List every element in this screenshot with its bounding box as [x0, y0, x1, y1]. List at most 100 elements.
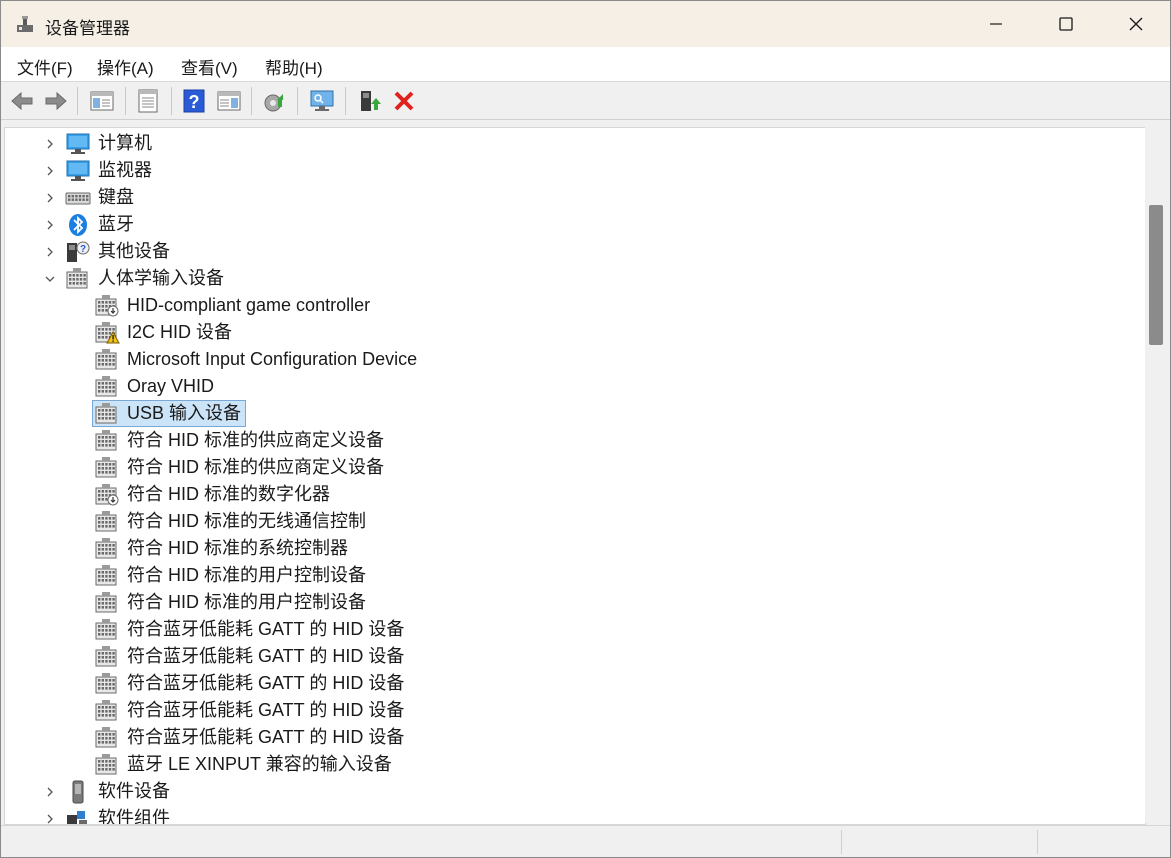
tree-device-label: USB 输入设备 [127, 403, 242, 423]
tree-device[interactable]: HID-compliant game controller [5, 292, 1105, 319]
back-icon[interactable] [9, 88, 35, 114]
tree-device[interactable]: 符合蓝牙低能耗 GATT 的 HID 设备 [5, 670, 1105, 697]
help-icon[interactable]: ? [181, 88, 207, 114]
computer-icon [66, 133, 90, 154]
tree-device[interactable]: 符合蓝牙低能耗 GATT 的 HID 设备 [5, 724, 1105, 751]
hid-icon [95, 538, 117, 559]
properties-icon[interactable] [135, 88, 161, 114]
tree-category[interactable]: 蓝牙 [5, 211, 1105, 238]
scrollbar-thumb[interactable] [1149, 205, 1163, 345]
tree-device-label: 符合 HID 标准的供应商定义设备 [127, 457, 384, 477]
tree-device-label: Oray VHID [127, 376, 215, 396]
forward-icon[interactable] [43, 88, 69, 114]
tree-category[interactable]: 监视器 [5, 157, 1105, 184]
update-driver-icon[interactable] [261, 88, 287, 114]
hid-icon [95, 430, 117, 451]
tree-device[interactable]: 符合 HID 标准的用户控制设备 [5, 562, 1105, 589]
tree-device-label: 符合 HID 标准的用户控制设备 [127, 592, 366, 612]
minimize-icon [990, 23, 1002, 25]
software-component-icon [67, 811, 87, 824]
hid-icon [95, 511, 117, 532]
toolbar-separator [297, 87, 298, 115]
hid-icon [95, 403, 117, 424]
chevron-right-icon[interactable] [43, 245, 57, 259]
tree-category[interactable]: ? 其他设备 [5, 238, 1105, 265]
menu-help[interactable]: 帮助(H) [265, 54, 323, 79]
tree-device-selected[interactable]: USB 输入设备 [5, 400, 1105, 427]
device-manager-app-icon [17, 16, 33, 32]
uninstall-device-icon[interactable] [391, 88, 417, 114]
tree-device[interactable]: 符合 HID 标准的用户控制设备 [5, 589, 1105, 616]
tree-category[interactable]: 软件设备 [5, 778, 1105, 805]
menu-file[interactable]: 文件(F) [17, 54, 73, 79]
menu-action[interactable]: 操作(A) [97, 54, 154, 79]
close-button[interactable] [1101, 1, 1170, 47]
vertical-scrollbar[interactable] [1145, 127, 1169, 823]
hid-icon [95, 565, 117, 586]
tree-category-label: 蓝牙 [98, 214, 134, 234]
tree-device-label: 符合 HID 标准的用户控制设备 [127, 565, 366, 585]
chevron-right-icon[interactable] [43, 164, 57, 178]
tree-category[interactable]: 键盘 [5, 184, 1105, 211]
svg-text:?: ? [189, 92, 200, 112]
toolbar-separator [345, 87, 346, 115]
tree-device-label: 符合蓝牙低能耗 GATT 的 HID 设备 [127, 619, 405, 639]
hid-icon [95, 646, 117, 667]
device-tree[interactable]: 计算机监视器键盘蓝牙 ? 其他设备人体学输入设备 HID-compliant game… [4, 127, 1146, 825]
game-controller-icon [95, 484, 119, 506]
tree-device[interactable]: 符合 HID 标准的供应商定义设备 [5, 454, 1105, 481]
chevron-right-icon[interactable] [43, 785, 57, 799]
action-pane-icon[interactable] [216, 88, 242, 114]
enable-device-icon[interactable] [357, 88, 383, 114]
tree-category[interactable]: 人体学输入设备 [5, 265, 1105, 292]
tree-device[interactable]: 符合蓝牙低能耗 GATT 的 HID 设备 [5, 697, 1105, 724]
chevron-right-icon[interactable] [43, 137, 57, 151]
toolbar-separator [251, 87, 252, 115]
tree-category[interactable]: 软件组件 [5, 805, 1105, 825]
scan-hardware-icon[interactable] [309, 88, 335, 114]
tree-category-label: 软件设备 [98, 781, 170, 801]
minimize-button[interactable] [961, 1, 1031, 47]
tree-device[interactable]: 符合 HID 标准的数字化器 [5, 481, 1105, 508]
tree-device[interactable]: 符合蓝牙低能耗 GATT 的 HID 设备 [5, 616, 1105, 643]
tree-device[interactable]: 符合 HID 标准的供应商定义设备 [5, 427, 1105, 454]
hid-icon [95, 754, 117, 775]
toolbar-separator [77, 87, 78, 115]
tree-category[interactable]: 计算机 [5, 130, 1105, 157]
toolbar-separator [171, 87, 172, 115]
tree-device[interactable]: 符合 HID 标准的系统控制器 [5, 535, 1105, 562]
tree-category-label: 计算机 [98, 133, 152, 153]
tree-category-label: 键盘 [98, 187, 134, 207]
software-device-icon [72, 780, 84, 804]
tree-device[interactable]: 符合 HID 标准的无线通信控制 [5, 508, 1105, 535]
tree-device-label: HID-compliant game controller [127, 295, 371, 315]
status-panel [841, 830, 1038, 854]
tree-device[interactable]: I2C HID 设备 [5, 319, 1105, 346]
toolbar: ? [1, 82, 1170, 120]
keyboard-icon [65, 192, 91, 205]
close-icon [1129, 17, 1143, 31]
tree-category-label: 人体学输入设备 [98, 268, 224, 288]
tree-device[interactable]: Microsoft Input Configuration Device [5, 346, 1105, 373]
maximize-button[interactable] [1031, 1, 1101, 47]
device-manager-window: 设备管理器 文件(F) 操作(A) 查看(V) 帮助(H) ? 计算机 监视器 … [0, 0, 1171, 858]
status-panel [1037, 830, 1168, 854]
menu-view[interactable]: 查看(V) [181, 54, 238, 79]
hid-icon [66, 268, 88, 289]
chevron-right-icon[interactable] [43, 218, 57, 232]
chevron-right-icon[interactable] [43, 812, 57, 825]
show-hide-console-tree-icon[interactable] [89, 88, 115, 114]
hid-icon [95, 592, 117, 613]
tree-device-label: Microsoft Input Configuration Device [127, 349, 418, 369]
hid-warning-icon [95, 322, 120, 344]
tree-device-label: I2C HID 设备 [127, 322, 233, 342]
tree-device-label: 符合 HID 标准的供应商定义设备 [127, 430, 384, 450]
chevron-right-icon[interactable] [43, 191, 57, 205]
title-bar[interactable]: 设备管理器 [1, 1, 1170, 47]
hid-icon [95, 700, 117, 721]
tree-device[interactable]: 符合蓝牙低能耗 GATT 的 HID 设备 [5, 643, 1105, 670]
tree-device[interactable]: 蓝牙 LE XINPUT 兼容的输入设备 [5, 751, 1105, 778]
tree-device[interactable]: Oray VHID [5, 373, 1105, 400]
chevron-down-icon[interactable] [43, 272, 57, 286]
hid-icon [95, 376, 117, 397]
